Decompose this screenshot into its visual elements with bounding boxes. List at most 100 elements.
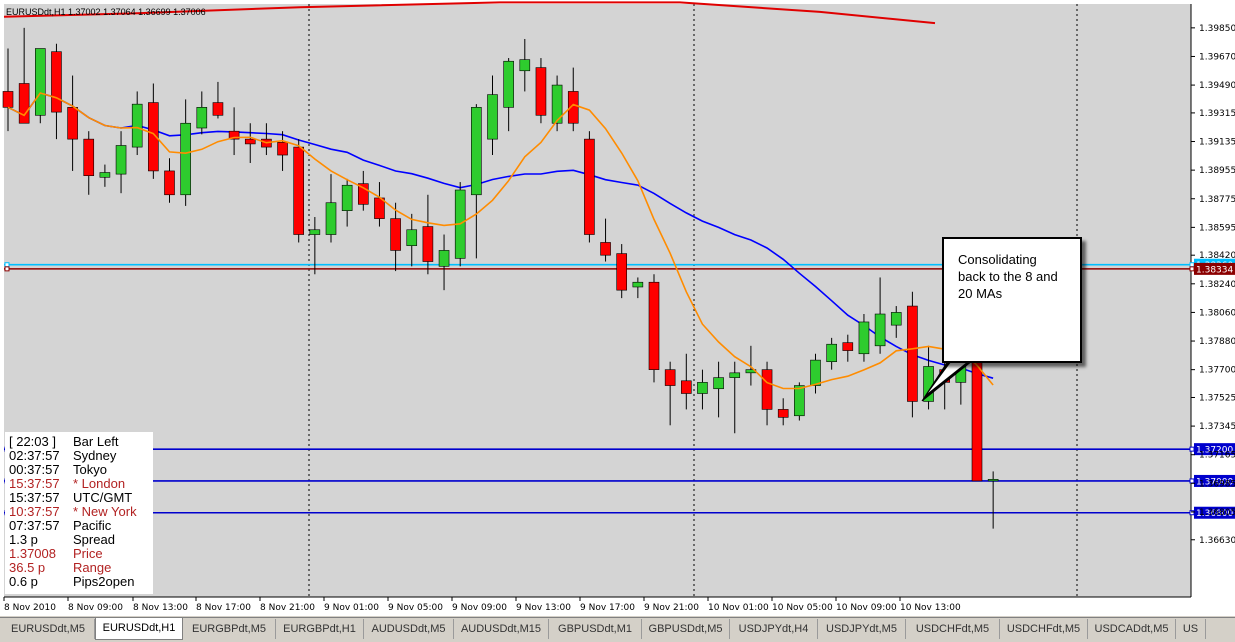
price-ticks: 1.39850 1.39670 1.39490 1.39315 1.39135 1.389… (1191, 24, 1235, 546)
candle-body (422, 226, 434, 262)
time-tick-label: 10 Nov 13:00 (900, 603, 961, 613)
time-tick-label: 10 Nov 09:00 (836, 603, 897, 613)
candle-body (761, 369, 773, 410)
candle-body (584, 138, 595, 235)
hline-handle[interactable] (1189, 262, 1195, 268)
candle-body (115, 145, 127, 175)
info-key: Spread (73, 532, 115, 547)
candle-body (487, 94, 498, 140)
candle-body (325, 202, 337, 235)
info-key: * New York (73, 504, 137, 519)
candle-body (810, 359, 821, 386)
price-tick-label: 1.37345 (1199, 422, 1235, 432)
candle-body (842, 342, 854, 351)
candle-body (212, 102, 224, 116)
symbol-label: EURUSDdt,H1 (6, 7, 66, 17)
time-tick-label: 9 Nov 01:00 (324, 603, 379, 613)
time-tick-label: 8 Nov 13:00 (133, 603, 188, 613)
candle-body (406, 229, 418, 246)
time-tick-label: 9 Nov 09:00 (452, 603, 507, 613)
hline-handle[interactable] (1189, 510, 1195, 516)
tab-usdchfdt-m5[interactable]: USDCHFdt,M5 (906, 619, 1000, 639)
time-tick-label: 10 Nov 05:00 (772, 603, 833, 613)
candle-body (51, 51, 62, 113)
info-value: 36.5 p (9, 560, 46, 575)
candle-body (18, 83, 30, 124)
info-value: 00:37:57 (9, 462, 60, 477)
candle (584, 131, 595, 243)
info-value: 02:37:57 (9, 448, 60, 463)
info-key: Price (73, 546, 103, 561)
tab-usdcaddt-m5[interactable]: USDCADdt,M5 (1088, 619, 1176, 639)
candle-body (874, 313, 886, 347)
tab-eurusddt-h1[interactable]: EURUSDdt,H1 (95, 618, 183, 640)
info-key: Sydney (73, 448, 117, 463)
candle-body (535, 67, 547, 116)
candle-body (632, 281, 644, 288)
time-ticks: 8 Nov 2010 8 Nov 09:00 8 Nov 13:00 8 Nov 17… (3, 597, 961, 613)
tab-usdjpydt-h4[interactable]: USDJPYdt,H4 (730, 619, 818, 639)
price-tick-label: 1.38420 (1199, 251, 1235, 261)
tab-eurgbpdt-m5[interactable]: EURGBPdt,M5 (183, 619, 276, 639)
candle-body (648, 281, 660, 370)
price-tick-label: 1.39670 (1199, 52, 1235, 62)
info-value: 1.3 p (9, 532, 38, 547)
tab-eurgbpdt-h1[interactable]: EURGBPdt,H1 (276, 619, 364, 639)
candle-body (67, 107, 78, 140)
candle-body (729, 372, 741, 378)
info-value: 0.6 p (9, 574, 38, 589)
callout-line-2: back to the 8 and (958, 269, 1058, 284)
price-tick-label: 1.38955 (1199, 166, 1235, 176)
candle-body (244, 138, 256, 145)
candle (907, 291, 918, 418)
candle-body (826, 343, 837, 363)
price-tick-label: 1.36805 (1199, 508, 1235, 518)
callout-line-3: 20 MAs (958, 286, 1003, 301)
time-tick-label: 9 Nov 21:00 (644, 603, 699, 613)
info-key: Range (73, 560, 112, 575)
chart-window[interactable]: 1.383601.383341.372001.370001.36800 1.39… (0, 0, 1235, 616)
info-key: Pips2open (73, 574, 135, 589)
price-tick-label: 1.36630 (1199, 536, 1235, 546)
candle-body (680, 380, 692, 394)
price-tick-label: 1.37165 (1199, 451, 1235, 461)
candle-body (519, 59, 531, 72)
time-tick-label: 8 Nov 2010 (4, 603, 56, 613)
info-value: 15:37:57 (9, 476, 60, 491)
tab-audusddt-m15[interactable]: AUDUSDdt,M15 (454, 619, 549, 639)
time-tick-label: 9 Nov 17:00 (580, 603, 635, 613)
price-tick-label: 1.38595 (1199, 223, 1235, 233)
tab-us[interactable]: US (1176, 619, 1206, 639)
candle-body (713, 377, 724, 390)
hline-handle[interactable] (1189, 446, 1195, 452)
info-key: Tokyo (73, 462, 107, 477)
price-tick-label: 1.38775 (1199, 195, 1235, 205)
candle (34, 48, 46, 124)
candle-body (600, 242, 611, 256)
hline-handle[interactable] (1189, 266, 1195, 272)
candle-body (794, 385, 805, 417)
candle-body (374, 197, 385, 219)
hline-handle[interactable] (4, 262, 10, 268)
hline-price-label: 1.38334 (1196, 265, 1233, 275)
price-tick-label: 1.39315 (1199, 109, 1235, 119)
info-value: 07:37:57 (9, 518, 60, 533)
tab-usdjpydt-m5[interactable]: USDJPYdt,M5 (818, 619, 906, 639)
price-tick-label: 1.37700 (1199, 366, 1235, 376)
tab-audusddt-m5[interactable]: AUDUSDdt,M5 (364, 619, 454, 639)
annotation-callout[interactable]: Consolidating back to the 8 and 20 MAs (942, 237, 1082, 363)
candle-body (777, 409, 789, 418)
candle-body (196, 107, 208, 129)
chart-tabs: EURUSDdt,M5 EURUSDdt,H1 EURGBPdt,M5 EURGBPd… (0, 617, 1235, 642)
hline-handle[interactable] (1189, 478, 1195, 484)
candle-body (341, 184, 353, 211)
tab-gbpusddt-m1[interactable]: GBPUSDdt,M1 (549, 619, 642, 639)
price-tick-label: 1.39490 (1199, 81, 1235, 91)
tab-gbpusddt-m5[interactable]: GBPUSDdt,M5 (642, 619, 730, 639)
tab-eurusddt-m5[interactable]: EURUSDdt,M5 (2, 619, 95, 639)
hline-handle[interactable] (4, 266, 10, 272)
info-key: Pacific (73, 518, 112, 533)
ohlc-values: 1.37002 1.37064 1.36699 1.37006 (68, 7, 206, 17)
tab-usdchfdt-m5[interactable]: USDCHFdt,M5 (1000, 619, 1088, 639)
price-tick-label: 1.39135 (1199, 138, 1235, 148)
